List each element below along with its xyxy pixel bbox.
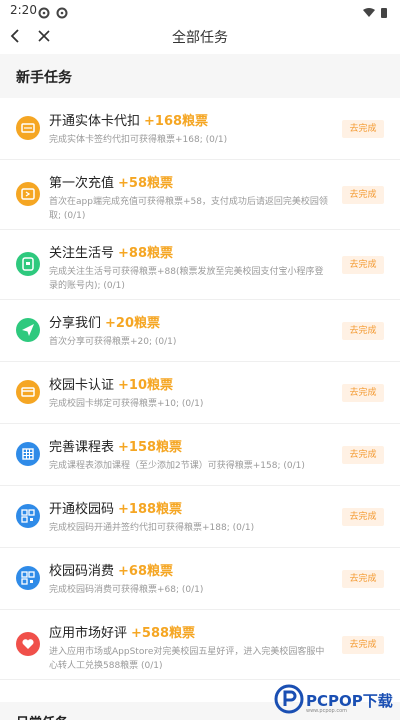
watermark-url: www.pcpop.com xyxy=(306,708,347,714)
card-icon xyxy=(16,116,40,140)
task-row-follow-life: 关注生活号 +88粮票 完成关注生活号可获得粮票+88(粮票发放至完美校园支付宝小… xyxy=(0,230,400,300)
go-complete-button[interactable]: 去完成 xyxy=(342,446,384,464)
task-name: 分享我们 +20粮票 xyxy=(49,316,160,331)
task-desc: 首次在app端完成充值可获得粮票+58，支付成功后请返回完美校园领取; (0/1… xyxy=(49,197,328,221)
task-row-first-recharge: 第一次充值 +58粮票 首次在app端完成充值可获得粮票+58，支付成功后请返回完… xyxy=(0,160,400,230)
nav-bar: 全部任务 xyxy=(0,22,400,50)
go-complete-button[interactable]: 去完成 xyxy=(342,120,384,138)
schedule-icon xyxy=(16,442,40,466)
campus-card-icon xyxy=(16,380,40,404)
task-row-campus-code: 开通校园码 +188粮票 完成校园码开通并签约代扣可获得粮票+188; (0/1)… xyxy=(0,486,400,548)
status-bar: 2:20 xyxy=(0,0,400,20)
task-points: +158粮票 xyxy=(118,440,183,455)
pcpop-logo-icon xyxy=(274,684,304,714)
task-desc: 进入应用市场或AppStore对完美校园五星好评，进入完美校园客服中心转人工兑换… xyxy=(49,647,325,671)
settings-gear-icon xyxy=(38,4,50,19)
task-name: 校园码消费 +68粮票 xyxy=(49,564,173,579)
section-header-new-tasks: 新手任务 xyxy=(0,54,400,98)
qr-code-icon xyxy=(16,504,40,528)
sync-icon xyxy=(56,4,68,19)
qr-pay-icon xyxy=(16,566,40,590)
task-desc: 完成实体卡签约代扣可获得粮票+168; (0/1) xyxy=(49,135,228,145)
life-account-icon xyxy=(16,252,40,276)
go-complete-button[interactable]: 去完成 xyxy=(342,186,384,204)
task-name: 完善课程表 +158粮票 xyxy=(49,440,183,455)
task-points: +58粮票 xyxy=(118,176,173,191)
task-points: +10粮票 xyxy=(118,378,173,393)
share-icon xyxy=(16,318,40,342)
task-points: +20粮票 xyxy=(105,316,160,331)
task-points: +68粮票 xyxy=(118,564,173,579)
go-complete-button[interactable]: 去完成 xyxy=(342,508,384,526)
wifi-battery-icon xyxy=(362,4,390,23)
watermark: PCPOP下载 www.pcpop.com xyxy=(274,684,400,720)
recharge-icon xyxy=(16,182,40,206)
task-name: 开通校园码 +188粮票 xyxy=(49,502,183,517)
task-desc: 完成关注生活号可获得粮票+88(粮票发放至完美校园支付宝小程序登录的账号内); … xyxy=(49,267,324,291)
go-complete-button[interactable]: 去完成 xyxy=(342,256,384,274)
task-row-share: 分享我们 +20粮票 首次分享可获得粮票+20; (0/1) 去完成 xyxy=(0,300,400,362)
task-row-card-debit: 开通实体卡代扣 +168粮票 完成实体卡签约代扣可获得粮票+168; (0/1) … xyxy=(0,98,400,160)
task-desc: 完成课程表添加课程（至少添加2节课）可获得粮票+158; (0/1) xyxy=(49,461,305,471)
task-desc: 完成校园码消费可获得粮票+68; (0/1) xyxy=(49,585,204,595)
task-row-campus-code-pay: 校园码消费 +68粮票 完成校园码消费可获得粮票+68; (0/1) 去完成 xyxy=(0,548,400,610)
task-points: +88粮票 xyxy=(118,246,173,261)
status-time: 2:20 xyxy=(10,3,37,17)
task-desc: 完成校园码开通并签约代扣可获得粮票+188; (0/1) xyxy=(49,523,255,533)
task-name: 开通实体卡代扣 +168粮票 xyxy=(49,114,209,129)
task-name: 校园卡认证 +10粮票 xyxy=(49,378,173,393)
go-complete-button[interactable]: 去完成 xyxy=(342,570,384,588)
go-complete-button[interactable]: 去完成 xyxy=(342,636,384,654)
task-row-app-review: 应用市场好评 +588粮票 进入应用市场或AppStore对完美校园五星好评，进入… xyxy=(0,610,400,680)
task-list: 开通实体卡代扣 +168粮票 完成实体卡签约代扣可获得粮票+168; (0/1) … xyxy=(0,98,400,680)
section-title: 新手任务 xyxy=(16,70,72,86)
task-row-schedule: 完善课程表 +158粮票 完成课程表添加课程（至少添加2节课）可获得粮票+158;… xyxy=(0,424,400,486)
task-row-campus-card: 校园卡认证 +10粮票 完成校园卡绑定可获得粮票+10; (0/1) 去完成 xyxy=(0,362,400,424)
go-complete-button[interactable]: 去完成 xyxy=(342,384,384,402)
task-points: +168粮票 xyxy=(144,114,209,129)
task-name: 第一次充值 +58粮票 xyxy=(49,176,173,191)
task-name: 关注生活号 +88粮票 xyxy=(49,246,173,261)
go-complete-button[interactable]: 去完成 xyxy=(342,322,384,340)
page-title: 全部任务 xyxy=(172,30,228,46)
task-points: +588粮票 xyxy=(131,626,196,641)
heart-icon xyxy=(16,632,40,656)
task-desc: 首次分享可获得粮票+20; (0/1) xyxy=(49,337,177,347)
task-points: +188粮票 xyxy=(118,502,183,517)
section-title: 日常任务 xyxy=(16,712,68,720)
task-desc: 完成校园卡绑定可获得粮票+10; (0/1) xyxy=(49,399,204,409)
task-name: 应用市场好评 +588粮票 xyxy=(49,626,196,641)
